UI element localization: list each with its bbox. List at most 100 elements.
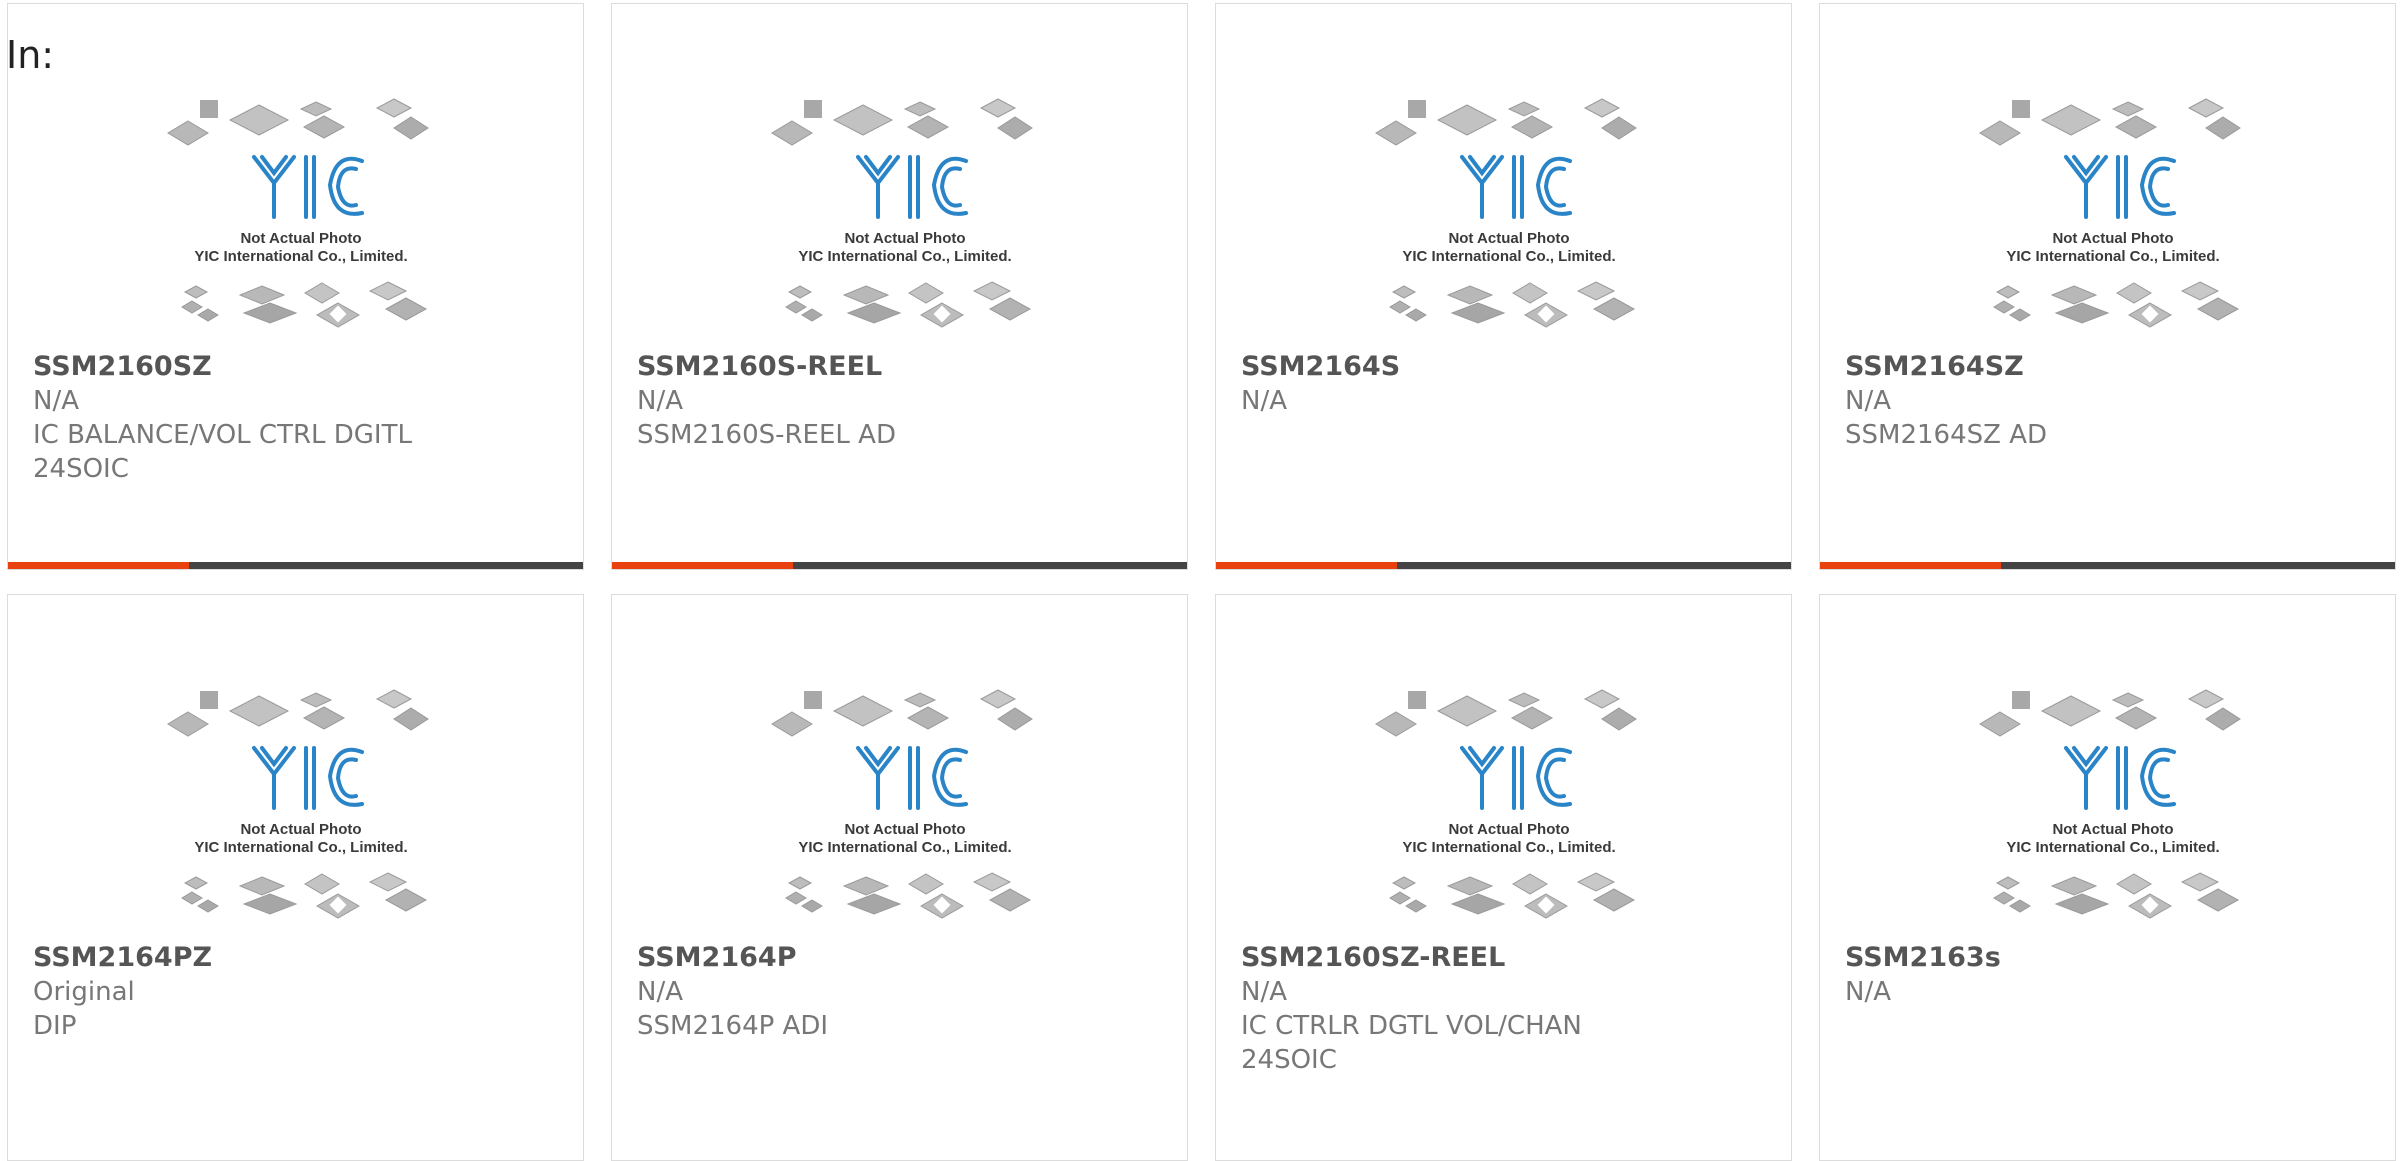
product-name[interactable]: SSM2164SZ xyxy=(1845,350,2275,384)
chip-shape xyxy=(906,706,950,730)
yic-logo xyxy=(252,155,364,219)
product-name[interactable]: SSM2164P xyxy=(637,941,1067,975)
product-description: SSM2160S-REEL AD xyxy=(637,420,896,450)
product-card[interactable]: Not Actual Photo YIC International Co., L… xyxy=(611,3,1188,570)
card-bar xyxy=(612,562,1187,569)
chip-shape xyxy=(1375,120,1417,146)
thumbnail-caption: Not Actual Photo xyxy=(2052,821,2173,838)
card-bar-accent xyxy=(1820,562,2001,569)
chip-shape xyxy=(384,297,428,321)
card-bar xyxy=(8,562,583,569)
chip-shape xyxy=(242,893,298,915)
chip-shape xyxy=(1507,692,1541,708)
yic-logo xyxy=(1460,155,1572,219)
product-name[interactable]: SSM2160SZ-REEL xyxy=(1241,941,1671,975)
yic-logo xyxy=(856,746,968,810)
chip-shape xyxy=(1601,116,1637,140)
product-name[interactable]: SSM2163s xyxy=(1845,941,2275,975)
chip-shape xyxy=(2050,285,2098,305)
product-card[interactable]: Not Actual Photo YIC International Co., L… xyxy=(1819,3,2396,570)
chip-shape xyxy=(200,691,218,709)
product-thumbnail[interactable]: Not Actual Photo YIC International Co., L… xyxy=(166,686,436,929)
chip-shape xyxy=(375,689,413,709)
chip-shape xyxy=(2114,706,2158,730)
chip-shape xyxy=(2040,104,2102,136)
chip-shape xyxy=(1391,285,1417,299)
chip-shape xyxy=(846,302,902,324)
chip-shape xyxy=(785,891,807,905)
product-thumbnail[interactable]: Not Actual Photo YIC International Co., L… xyxy=(166,95,436,338)
chip-shape xyxy=(787,285,813,299)
thumbnail-caption: YIC International Co., Limited. xyxy=(194,248,407,265)
chip-shape xyxy=(2009,899,2031,913)
chip-shape xyxy=(384,888,428,912)
card-bar-accent xyxy=(8,562,189,569)
product-thumbnail[interactable]: Not Actual Photo YIC International Co., L… xyxy=(770,686,1040,929)
product-description: IC BALANCE/VOL CTRL DGITL xyxy=(33,420,412,450)
product-thumbnail[interactable]: Not Actual Photo YIC International Co., L… xyxy=(1978,686,2248,929)
product-name[interactable]: SSM2164PZ xyxy=(33,941,463,975)
product-card[interactable]: Not Actual Photo YIC International Co., L… xyxy=(1215,3,1792,570)
product-card[interactable]: Not Actual Photo YIC International Co., L… xyxy=(1215,594,1792,1161)
chip-shape xyxy=(2012,100,2030,118)
chip-shape xyxy=(183,285,209,299)
chip-shape xyxy=(1436,104,1498,136)
chip-shape xyxy=(2116,873,2152,895)
chip-shape xyxy=(804,691,822,709)
product-card[interactable]: Not Actual Photo YIC International Co., L… xyxy=(611,594,1188,1161)
chip-shape xyxy=(1446,285,1494,305)
product-package: 24SOIC xyxy=(33,454,129,484)
chip-shape xyxy=(2012,691,2030,709)
yic-logo xyxy=(856,155,968,219)
chip-shape xyxy=(181,891,203,905)
chip-shape xyxy=(1592,297,1636,321)
chip-shape xyxy=(972,872,1012,892)
chip-shape xyxy=(2111,101,2145,117)
chip-shape xyxy=(903,101,937,117)
product-condition: N/A xyxy=(1241,977,1287,1007)
chip-shape xyxy=(2009,308,2031,322)
chip-shape xyxy=(908,873,944,895)
chip-shape xyxy=(771,120,813,146)
product-thumbnail[interactable]: Not Actual Photo YIC International Co., L… xyxy=(1374,686,1644,929)
chip-shape xyxy=(1408,691,1426,709)
chip-shape xyxy=(393,707,429,731)
chip-shape xyxy=(2187,689,2225,709)
chip-shape xyxy=(238,285,286,305)
chip-shape xyxy=(785,300,807,314)
chip-shape xyxy=(242,302,298,324)
chip-shape xyxy=(1592,888,1636,912)
chip-shape xyxy=(2180,872,2220,892)
product-name[interactable]: SSM2164S xyxy=(1241,350,1671,384)
chip-shape xyxy=(908,282,944,304)
chip-shape xyxy=(979,98,1017,118)
product-thumbnail[interactable]: Not Actual Photo YIC International Co., L… xyxy=(1374,95,1644,338)
chip-shape xyxy=(304,282,340,304)
chip-shape xyxy=(375,98,413,118)
product-thumbnail[interactable]: Not Actual Photo YIC International Co., L… xyxy=(1978,95,2248,338)
product-description: DIP xyxy=(33,1011,77,1041)
product-card[interactable]: Not Actual Photo YIC International Co., L… xyxy=(1819,594,2396,1161)
chip-shape xyxy=(1993,300,2015,314)
product-description: SSM2164P ADI xyxy=(637,1011,829,1041)
chip-shape xyxy=(1405,899,1427,913)
product-thumbnail[interactable]: Not Actual Photo YIC International Co., L… xyxy=(770,95,1040,338)
chip-shape xyxy=(393,116,429,140)
product-card[interactable]: Not Actual Photo YIC International Co., L… xyxy=(7,3,584,570)
chip-shape xyxy=(1993,891,2015,905)
chip-shape xyxy=(1405,308,1427,322)
chip-shape xyxy=(2050,876,2098,896)
chip-shape xyxy=(2205,116,2241,140)
chip-shape xyxy=(299,101,333,117)
thumbnail-caption: YIC International Co., Limited. xyxy=(798,248,1011,265)
chip-shape xyxy=(842,285,890,305)
chip-shape xyxy=(167,120,209,146)
chip-shape xyxy=(228,695,290,727)
thumbnail-caption: Not Actual Photo xyxy=(2052,230,2173,247)
chip-shape xyxy=(2054,302,2110,324)
product-name[interactable]: SSM2160S-REEL xyxy=(637,350,1067,384)
chip-shape xyxy=(1408,100,1426,118)
product-card[interactable]: Not Actual Photo YIC International Co., L… xyxy=(7,594,584,1161)
product-condition: N/A xyxy=(1241,386,1287,416)
product-name[interactable]: SSM2160SZ xyxy=(33,350,463,384)
